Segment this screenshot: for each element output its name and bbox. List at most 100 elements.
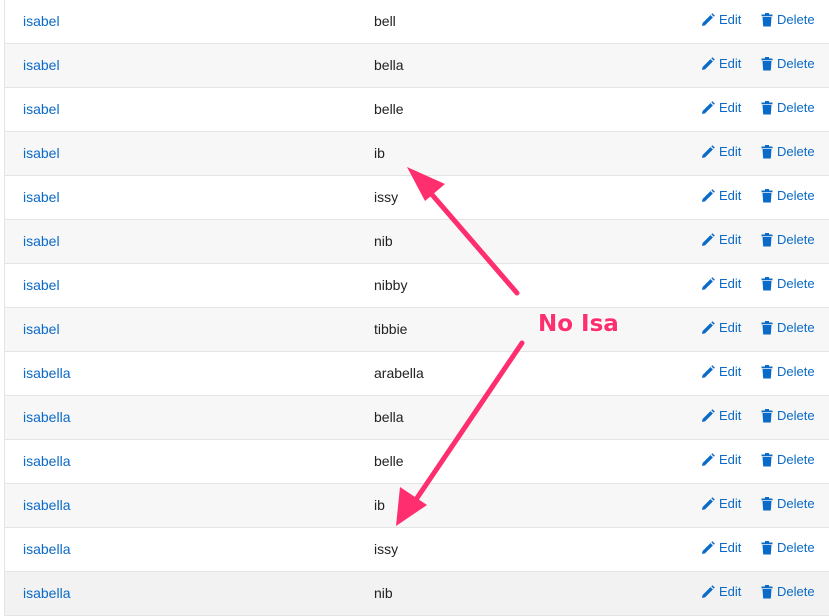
name-link[interactable]: isabel bbox=[23, 321, 60, 337]
edit-button[interactable]: Edit bbox=[701, 364, 741, 379]
edit-button[interactable]: Edit bbox=[701, 56, 741, 71]
table-row: isabel bella Edit Delete bbox=[4, 44, 829, 88]
name-link[interactable]: isabel bbox=[23, 189, 60, 205]
delete-label: Delete bbox=[777, 188, 815, 203]
delete-button[interactable]: Delete bbox=[761, 100, 815, 115]
edit-button[interactable]: Edit bbox=[701, 100, 741, 115]
name-link[interactable]: isabella bbox=[23, 585, 70, 601]
delete-button[interactable]: Delete bbox=[761, 408, 815, 423]
nickname-cell: arabella bbox=[374, 365, 424, 381]
delete-button[interactable]: Delete bbox=[761, 320, 815, 335]
trash-icon bbox=[761, 56, 773, 70]
delete-button[interactable]: Delete bbox=[761, 232, 815, 247]
pencil-icon bbox=[702, 540, 715, 554]
table-row: isabella arabella Edit Delete bbox=[4, 352, 829, 396]
name-link[interactable]: isabel bbox=[23, 101, 60, 117]
edit-button[interactable]: Edit bbox=[701, 320, 741, 335]
delete-label: Delete bbox=[777, 540, 815, 555]
nickname-cell: ib bbox=[374, 497, 385, 513]
edit-button[interactable]: Edit bbox=[701, 188, 741, 203]
delete-label: Delete bbox=[777, 496, 815, 511]
delete-button[interactable]: Delete bbox=[761, 276, 815, 291]
nicknames-table: isabel bell Edit Delete isabel bella Edi… bbox=[4, 0, 829, 616]
edit-label: Edit bbox=[719, 144, 742, 159]
trash-icon bbox=[761, 364, 773, 378]
nickname-cell: tibbie bbox=[374, 321, 408, 337]
pencil-icon bbox=[702, 408, 715, 422]
delete-label: Delete bbox=[777, 144, 815, 159]
delete-button[interactable]: Delete bbox=[761, 452, 815, 467]
edit-label: Edit bbox=[719, 276, 742, 291]
edit-label: Edit bbox=[719, 232, 742, 247]
edit-button[interactable]: Edit bbox=[701, 452, 741, 467]
name-link[interactable]: isabella bbox=[23, 365, 70, 381]
name-link[interactable]: isabella bbox=[23, 409, 70, 425]
nickname-cell: bella bbox=[374, 409, 404, 425]
edit-button[interactable]: Edit bbox=[701, 144, 741, 159]
edit-button[interactable]: Edit bbox=[701, 584, 741, 599]
name-link[interactable]: isabella bbox=[23, 497, 70, 513]
nickname-cell: ib bbox=[374, 145, 385, 161]
edit-label: Edit bbox=[719, 452, 742, 467]
pencil-icon bbox=[702, 364, 715, 378]
trash-icon bbox=[761, 144, 773, 158]
annotation-callout: No Isa bbox=[538, 311, 619, 337]
pencil-icon bbox=[702, 56, 715, 70]
delete-label: Delete bbox=[777, 276, 815, 291]
nickname-cell: nibby bbox=[374, 277, 408, 293]
nickname-cell: nib bbox=[374, 585, 393, 601]
delete-label: Delete bbox=[777, 584, 815, 599]
nickname-cell: bella bbox=[374, 57, 404, 73]
name-link[interactable]: isabella bbox=[23, 453, 70, 469]
name-link[interactable]: isabella bbox=[23, 541, 70, 557]
name-link[interactable]: isabel bbox=[23, 13, 60, 29]
pencil-icon bbox=[702, 12, 715, 26]
name-link[interactable]: isabel bbox=[23, 145, 60, 161]
pencil-icon bbox=[702, 188, 715, 202]
edit-button[interactable]: Edit bbox=[701, 408, 741, 423]
trash-icon bbox=[761, 12, 773, 26]
trash-icon bbox=[761, 188, 773, 202]
delete-label: Delete bbox=[777, 12, 815, 27]
edit-button[interactable]: Edit bbox=[701, 232, 741, 247]
edit-button[interactable]: Edit bbox=[701, 276, 741, 291]
table-row: isabel tibbie Edit Delete bbox=[4, 308, 829, 352]
delete-label: Delete bbox=[777, 408, 815, 423]
trash-icon bbox=[761, 452, 773, 466]
delete-button[interactable]: Delete bbox=[761, 540, 815, 555]
pencil-icon bbox=[702, 496, 715, 510]
edit-button[interactable]: Edit bbox=[701, 12, 741, 27]
delete-button[interactable]: Delete bbox=[761, 496, 815, 511]
delete-label: Delete bbox=[777, 452, 815, 467]
trash-icon bbox=[761, 584, 773, 598]
name-link[interactable]: isabel bbox=[23, 233, 60, 249]
delete-label: Delete bbox=[777, 320, 815, 335]
edit-label: Edit bbox=[719, 100, 742, 115]
pencil-icon bbox=[702, 320, 715, 334]
table-row: isabel nib Edit Delete bbox=[4, 220, 829, 264]
pencil-icon bbox=[702, 276, 715, 290]
nickname-cell: issy bbox=[374, 541, 399, 557]
trash-icon bbox=[761, 408, 773, 422]
name-link[interactable]: isabel bbox=[23, 277, 60, 293]
nickname-cell: issy bbox=[374, 189, 399, 205]
delete-label: Delete bbox=[777, 232, 815, 247]
table-row: isabella belle Edit Delete bbox=[4, 440, 829, 484]
name-link[interactable]: isabel bbox=[23, 57, 60, 73]
delete-button[interactable]: Delete bbox=[761, 188, 815, 203]
delete-button[interactable]: Delete bbox=[761, 364, 815, 379]
nickname-cell: nib bbox=[374, 233, 393, 249]
edit-button[interactable]: Edit bbox=[701, 540, 741, 555]
delete-button[interactable]: Delete bbox=[761, 144, 815, 159]
pencil-icon bbox=[702, 452, 715, 466]
trash-icon bbox=[761, 496, 773, 510]
delete-button[interactable]: Delete bbox=[761, 584, 815, 599]
delete-button[interactable]: Delete bbox=[761, 56, 815, 71]
delete-button[interactable]: Delete bbox=[761, 12, 815, 27]
trash-icon bbox=[761, 276, 773, 290]
nickname-cell: belle bbox=[374, 453, 404, 469]
edit-label: Edit bbox=[719, 56, 742, 71]
edit-button[interactable]: Edit bbox=[701, 496, 741, 511]
table-row: isabella bella Edit Delete bbox=[4, 396, 829, 440]
delete-label: Delete bbox=[777, 56, 815, 71]
